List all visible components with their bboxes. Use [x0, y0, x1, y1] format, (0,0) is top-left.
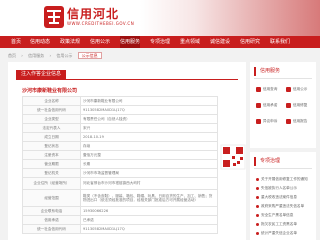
bullet-icon: [256, 231, 259, 235]
row-value: 沙河市康新鞋业有限公司: [80, 96, 218, 106]
topics-title: 专项治理: [254, 157, 280, 166]
bullet-icon: [256, 213, 259, 217]
table-row: 营业期限 长期: [22, 159, 218, 169]
row-key: 企业住所（经营场所）: [22, 177, 81, 190]
service-item-repair[interactable]: 信用修复: [286, 100, 312, 110]
row-key: 企业名称: [22, 96, 81, 106]
table-row: 登记状态 存续: [22, 141, 218, 151]
row-key: 注册资本: [22, 150, 81, 160]
bullet-icon: [256, 195, 259, 199]
logo-title[interactable]: 信用河北: [67, 5, 119, 22]
panel-divider: [16, 79, 238, 80]
table-row: 统一社会信用代码 91130582MA0D1LJ17Q: [22, 224, 218, 234]
main-panel: 注入作答企业信息 沙河市康新鞋业有限公司 企业名称 沙河市康新鞋业有限公司 统一社…: [8, 62, 246, 240]
row-value: 沙河市市场监督管理局: [80, 168, 218, 178]
nav-item-research[interactable]: 信用研究: [240, 36, 260, 48]
bullet-icon: [256, 204, 259, 208]
breadcrumb-disclosure[interactable]: 信用公示: [56, 53, 72, 58]
row-key: 法定代表人: [22, 123, 81, 133]
row-key: 企业类型: [22, 114, 81, 124]
company-info-table: 企业名称 沙河市康新鞋业有限公司 统一社会信用代码 91130582MA0D1LJ1…: [22, 96, 218, 234]
row-value: 已承诺: [80, 215, 218, 225]
row-value: 鞋类（不含皮鞋）、服装、箱包、鞋帽、玩具、日用百货的生产、加工、销售；货物进出口…: [80, 189, 218, 207]
bullet-icon: [256, 177, 259, 181]
table-row: 经营范围 鞋类（不含皮鞋）、服装、箱包、鞋帽、玩具、日用百货的生产、加工、销售；货…: [22, 189, 218, 207]
breadcrumb: 首页 › 信用服务 › 信用公示 公示信息: [8, 51, 106, 60]
pen-icon: [256, 102, 261, 108]
row-key: 统一社会信用代码: [22, 105, 81, 115]
breadcrumb-separator: ›: [49, 53, 52, 58]
service-item-report[interactable]: 信用报告: [286, 116, 312, 126]
bullet-icon: [256, 186, 259, 190]
company-name: 沙河市康新鞋业有限公司: [22, 88, 78, 94]
nav-item-contact[interactable]: 联系我们: [270, 36, 290, 48]
row-value: 长期: [80, 159, 218, 169]
bullet-icon: [256, 222, 259, 226]
wrench-icon: [286, 102, 291, 108]
services-divider: [254, 78, 312, 79]
service-item-disclosure[interactable]: 信用公示: [286, 84, 312, 94]
flag-icon: [256, 118, 261, 124]
row-key: 经营范围: [22, 189, 81, 207]
site-header: 信用河北 WWW.CREDITHEBEI.GOV.CN: [0, 0, 320, 36]
nav-item-policy[interactable]: 政策法规: [60, 36, 80, 48]
row-value: 宋兴: [80, 123, 218, 133]
services-panel: 信用服务 信用查询 信用公示 信用承诺 信用修复 异议申诉 信用报告: [250, 62, 316, 148]
row-value: 河北省邢台市沙河市褡裢镇西大坞村: [80, 177, 218, 190]
topic-link[interactable]: 统计严重失信企业名单: [256, 228, 312, 238]
nav-item-credit-news[interactable]: 信用动态: [30, 36, 50, 48]
search-icon: [256, 86, 261, 92]
row-key: 成立日期: [22, 132, 81, 142]
header-banner: [140, 0, 320, 36]
breadcrumb-current: 公示信息: [77, 52, 102, 59]
services-title: 信用服务: [254, 67, 280, 76]
row-value: 壹佰万元整: [80, 150, 218, 160]
document-icon: [286, 86, 291, 92]
row-value: 15930066226: [80, 206, 218, 216]
nav-item-home[interactable]: 首页: [6, 36, 26, 48]
row-key: 企业联系电话: [22, 206, 81, 216]
row-value: 存续: [80, 141, 218, 151]
panel-title: 注入作答企业信息: [16, 70, 67, 79]
row-value: 91130582MA0D1LJ17Q: [80, 224, 218, 234]
table-row: 统一社会信用代码 91130582MA0D1LJ17Q: [22, 105, 218, 115]
table-row: 法定代表人 宋兴: [22, 123, 218, 133]
table-row: 企业联系电话 15930066226: [22, 206, 218, 216]
logo-icon[interactable]: [44, 6, 64, 28]
row-key: 营业期限: [22, 159, 81, 169]
table-row: 登记机关 沙河市市场监督管理局: [22, 168, 218, 178]
logo-subtitle: WWW.CREDITHEBEI.GOV.CN: [67, 21, 135, 26]
table-row: 信用承诺 已承诺: [22, 215, 218, 225]
breadcrumb-services[interactable]: 信用服务: [28, 53, 44, 58]
breadcrumb-home[interactable]: 首页: [8, 53, 16, 58]
table-row: 企业名称 沙河市康新鞋业有限公司: [22, 96, 218, 106]
nav-item-integrity[interactable]: 诚信建设: [210, 36, 230, 48]
chart-icon: [286, 118, 291, 124]
row-key: 统一社会信用代码: [22, 224, 81, 234]
row-value: 2018-10-19: [80, 132, 218, 142]
table-row: 企业类型 有限责任公司（自然人独资）: [22, 114, 218, 124]
main-nav: 首页 信用动态 政策法规 信用公示 信用服务 专项治理 重点领域 诚信建设 信用…: [0, 36, 320, 48]
row-key: 登记状态: [22, 141, 81, 151]
nav-item-services[interactable]: 信用服务: [120, 36, 140, 48]
service-item-appeal[interactable]: 异议申诉: [256, 116, 282, 126]
row-key: 登记机关: [22, 168, 81, 178]
nav-item-key-areas[interactable]: 重点领域: [180, 36, 200, 48]
topics-panel: 专项治理 关于开展信用修复工作的通知 失信被执行人名单公示 重大税收违法案件信息…: [250, 152, 316, 240]
breadcrumb-separator: ›: [21, 53, 23, 58]
table-row: 注册资本 壹佰万元整: [22, 150, 218, 160]
row-value: 有限责任公司（自然人独资）: [80, 114, 218, 124]
qr-code-icon: [220, 144, 246, 170]
row-value: 91130582MA0D1LJ17Q: [80, 105, 218, 115]
table-row: 企业住所（经营场所） 河北省邢台市沙河市褡裢镇西大坞村: [22, 177, 218, 190]
nav-item-governance[interactable]: 专项治理: [150, 36, 170, 48]
table-row: 成立日期 2018-10-19: [22, 132, 218, 142]
row-key: 信用承诺: [22, 215, 81, 225]
service-item-commitment[interactable]: 信用承诺: [256, 100, 282, 110]
nav-item-disclosure[interactable]: 信用公示: [90, 36, 110, 48]
service-item-query[interactable]: 信用查询: [256, 84, 282, 94]
topics-divider: [254, 168, 312, 169]
